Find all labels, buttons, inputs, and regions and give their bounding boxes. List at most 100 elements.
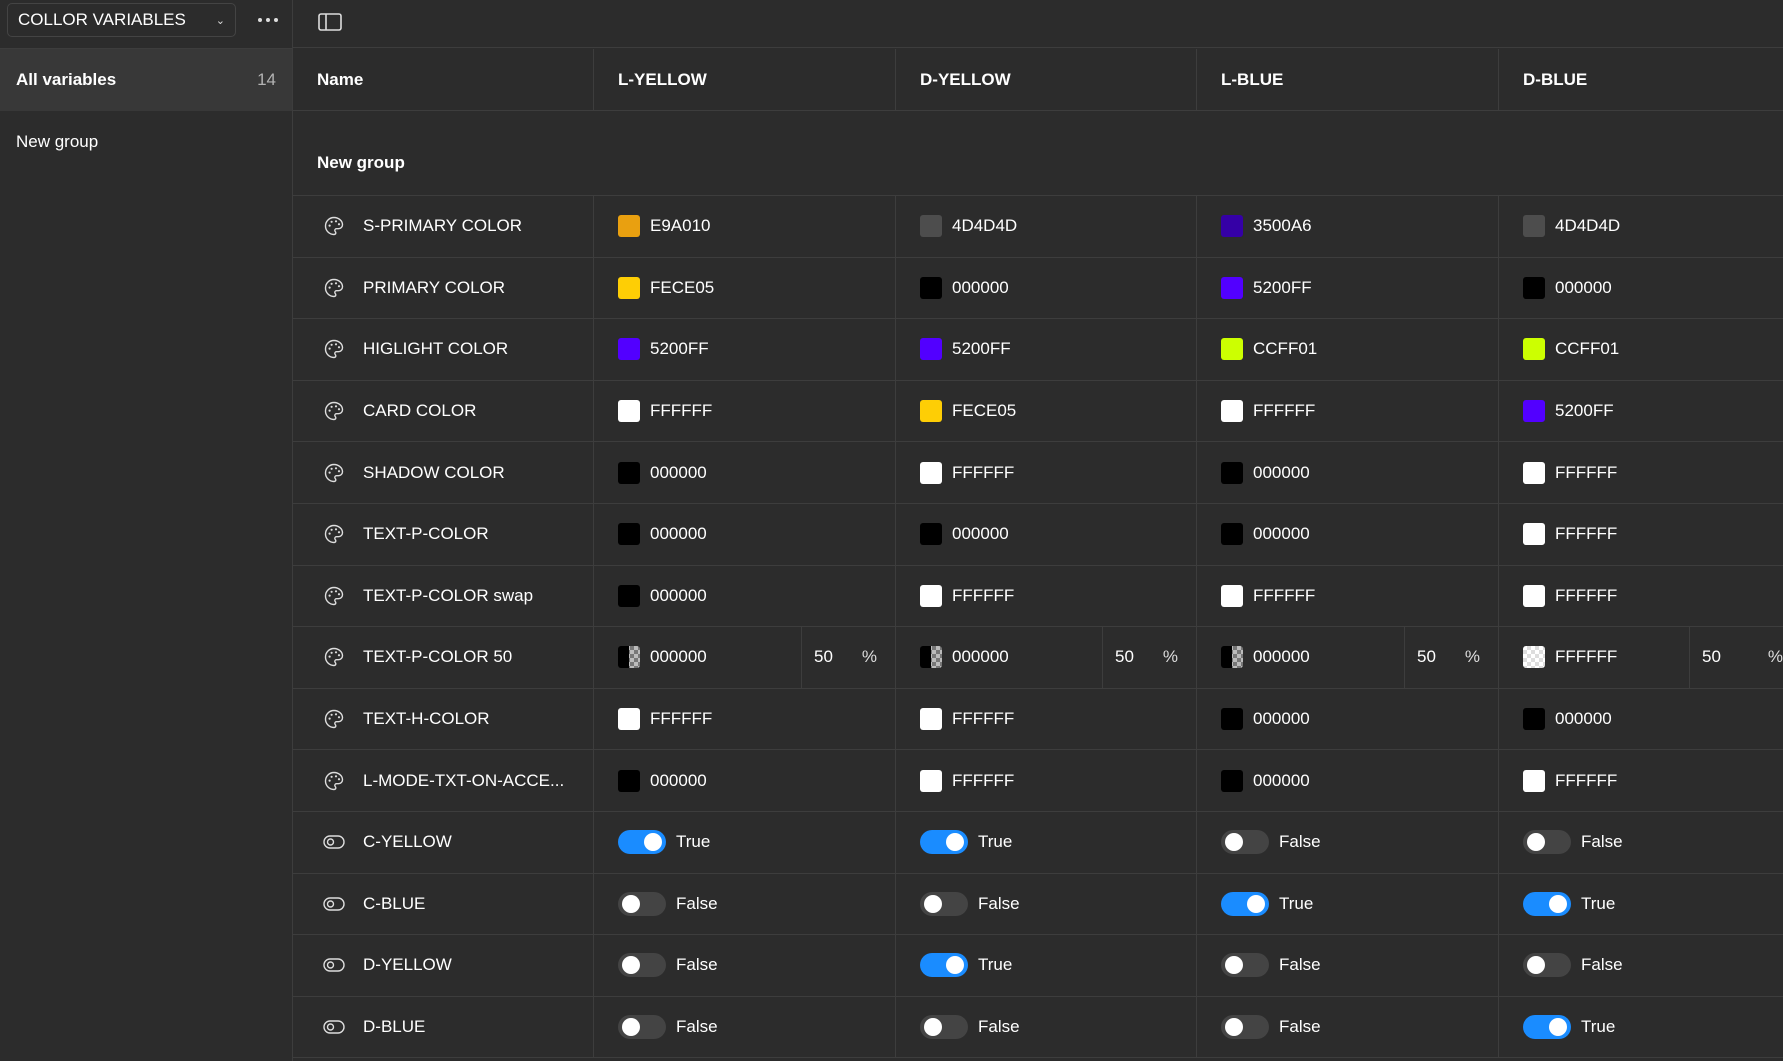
opacity-field[interactable]: 50%: [1404, 627, 1498, 688]
variable-value-cell[interactable]: False: [1499, 935, 1783, 996]
boolean-toggle[interactable]: [920, 953, 968, 978]
color-swatch[interactable]: [1523, 646, 1545, 669]
color-swatch[interactable]: [920, 646, 942, 669]
variable-value-cell[interactable]: 5200FF: [896, 319, 1197, 380]
color-swatch[interactable]: [1523, 523, 1545, 546]
variable-value-cell[interactable]: 5200FF: [594, 319, 896, 380]
variable-value-cell[interactable]: FFFFFF: [896, 442, 1197, 503]
variable-value-cell[interactable]: FFFFFF: [1197, 380, 1499, 442]
variable-value-cell[interactable]: 4D4D4D: [1499, 196, 1783, 257]
variable-value-cell[interactable]: False: [896, 873, 1197, 935]
boolean-toggle[interactable]: [920, 891, 968, 916]
color-swatch[interactable]: [920, 400, 942, 423]
variable-value-cell[interactable]: FFFFFF: [896, 565, 1197, 627]
variable-value-cell[interactable]: False: [1197, 811, 1499, 873]
boolean-toggle[interactable]: [618, 953, 666, 978]
more-options-button[interactable]: [250, 6, 286, 34]
table-row[interactable]: D-YELLOW False True False False: [293, 935, 1783, 997]
variable-value-cell[interactable]: FFFFFF: [1499, 750, 1783, 811]
variable-value-cell[interactable]: FFFFFF 50%: [1499, 627, 1783, 688]
table-row[interactable]: D-BLUE False False False True: [293, 996, 1783, 1059]
color-swatch[interactable]: [618, 276, 640, 299]
variable-name-cell[interactable]: PRIMARY COLOR: [293, 257, 594, 319]
variable-value-cell[interactable]: FECE05: [594, 257, 896, 319]
color-swatch[interactable]: [618, 215, 640, 238]
color-swatch[interactable]: [1221, 584, 1243, 607]
sidebar-item-new-group[interactable]: New group: [0, 124, 292, 160]
variable-name-cell[interactable]: C-BLUE: [293, 873, 594, 935]
variable-value-cell[interactable]: E9A010: [594, 196, 896, 257]
table-row[interactable]: C-BLUE False False True True: [293, 873, 1783, 936]
variable-value-cell[interactable]: False: [1197, 935, 1499, 996]
variable-value-cell[interactable]: False: [594, 935, 896, 996]
color-swatch[interactable]: [1523, 461, 1545, 484]
color-swatch[interactable]: [618, 708, 640, 731]
color-swatch[interactable]: [1523, 708, 1545, 731]
color-swatch[interactable]: [1221, 400, 1243, 423]
color-swatch[interactable]: [618, 400, 640, 423]
variable-value-cell[interactable]: 000000 50%: [594, 627, 896, 688]
color-swatch[interactable]: [920, 338, 942, 361]
variable-value-cell[interactable]: FFFFFF: [1499, 566, 1783, 627]
variable-value-cell[interactable]: 3500A6: [1197, 196, 1499, 257]
color-swatch[interactable]: [920, 215, 942, 238]
boolean-toggle[interactable]: [618, 891, 666, 916]
variable-value-cell[interactable]: CCFF01: [1197, 319, 1499, 380]
variable-value-cell[interactable]: 5200FF: [1197, 257, 1499, 319]
variable-value-cell[interactable]: True: [1499, 997, 1783, 1058]
color-swatch[interactable]: [1523, 276, 1545, 299]
variable-name-cell[interactable]: SHADOW COLOR: [293, 442, 594, 503]
variable-value-cell[interactable]: FECE05: [896, 380, 1197, 442]
variable-name-cell[interactable]: TEXT-P-COLOR swap: [293, 565, 594, 627]
boolean-toggle[interactable]: [618, 830, 666, 855]
variable-value-cell[interactable]: FFFFFF: [1499, 504, 1783, 565]
variable-value-cell[interactable]: 000000: [896, 503, 1197, 565]
color-swatch[interactable]: [1221, 769, 1243, 792]
variable-value-cell[interactable]: 000000: [896, 257, 1197, 319]
color-swatch[interactable]: [1221, 708, 1243, 731]
boolean-toggle[interactable]: [1221, 891, 1269, 916]
color-swatch[interactable]: [1221, 338, 1243, 361]
variable-value-cell[interactable]: FFFFFF: [896, 750, 1197, 811]
variable-value-cell[interactable]: FFFFFF: [1499, 442, 1783, 503]
color-swatch[interactable]: [1221, 646, 1243, 669]
variable-value-cell[interactable]: False: [1499, 812, 1783, 873]
color-swatch[interactable]: [920, 461, 942, 484]
variable-name-cell[interactable]: TEXT-H-COLOR: [293, 688, 594, 750]
color-swatch[interactable]: [618, 338, 640, 361]
boolean-toggle[interactable]: [1523, 953, 1571, 978]
variable-value-cell[interactable]: FFFFFF: [594, 688, 896, 750]
table-row[interactable]: L-MODE-TXT-ON-ACCE... 000000 FFFFFF 000000 F…: [293, 750, 1783, 812]
column-header-mode[interactable]: D-BLUE: [1499, 49, 1783, 111]
sidebar-item-all-variables[interactable]: All variables 14: [0, 49, 292, 111]
table-row[interactable]: TEXT-P-COLOR 000000 000000 000000 FFFFFF: [293, 503, 1783, 566]
variable-value-cell[interactable]: 000000 50%: [1197, 627, 1499, 688]
table-row[interactable]: SHADOW COLOR 000000 FFFFFF 000000 FFFFFF: [293, 442, 1783, 504]
color-swatch[interactable]: [618, 461, 640, 484]
variable-name-cell[interactable]: D-BLUE: [293, 996, 594, 1058]
variable-name-cell[interactable]: S-PRIMARY COLOR: [293, 196, 594, 257]
collection-dropdown[interactable]: COLLOR VARIABLES ⌄: [7, 3, 236, 37]
variable-value-cell[interactable]: 000000: [1499, 689, 1783, 750]
color-swatch[interactable]: [1221, 523, 1243, 546]
variable-value-cell[interactable]: 000000: [594, 503, 896, 565]
table-row[interactable]: CARD COLOR FFFFFF FECE05 FFFFFF 5200FF: [293, 380, 1783, 443]
variable-value-cell[interactable]: FFFFFF: [1197, 565, 1499, 627]
boolean-toggle[interactable]: [1523, 1015, 1571, 1040]
boolean-toggle[interactable]: [1221, 953, 1269, 978]
opacity-field[interactable]: 50%: [1689, 627, 1783, 688]
variable-value-cell[interactable]: True: [594, 811, 896, 873]
column-header-mode[interactable]: D-YELLOW: [896, 49, 1197, 111]
variable-value-cell[interactable]: 4D4D4D: [896, 196, 1197, 257]
variable-name-cell[interactable]: L-MODE-TXT-ON-ACCE...: [293, 750, 594, 811]
variable-value-cell[interactable]: FFFFFF: [896, 688, 1197, 750]
color-swatch[interactable]: [618, 523, 640, 546]
boolean-toggle[interactable]: [1221, 1015, 1269, 1040]
variable-name-cell[interactable]: TEXT-P-COLOR 50: [293, 627, 594, 688]
variable-name-cell[interactable]: CARD COLOR: [293, 380, 594, 442]
variable-value-cell[interactable]: 000000: [594, 442, 896, 503]
color-swatch[interactable]: [1523, 584, 1545, 607]
color-swatch[interactable]: [618, 646, 640, 669]
color-swatch[interactable]: [1523, 338, 1545, 361]
variable-value-cell[interactable]: 5200FF: [1499, 381, 1783, 442]
